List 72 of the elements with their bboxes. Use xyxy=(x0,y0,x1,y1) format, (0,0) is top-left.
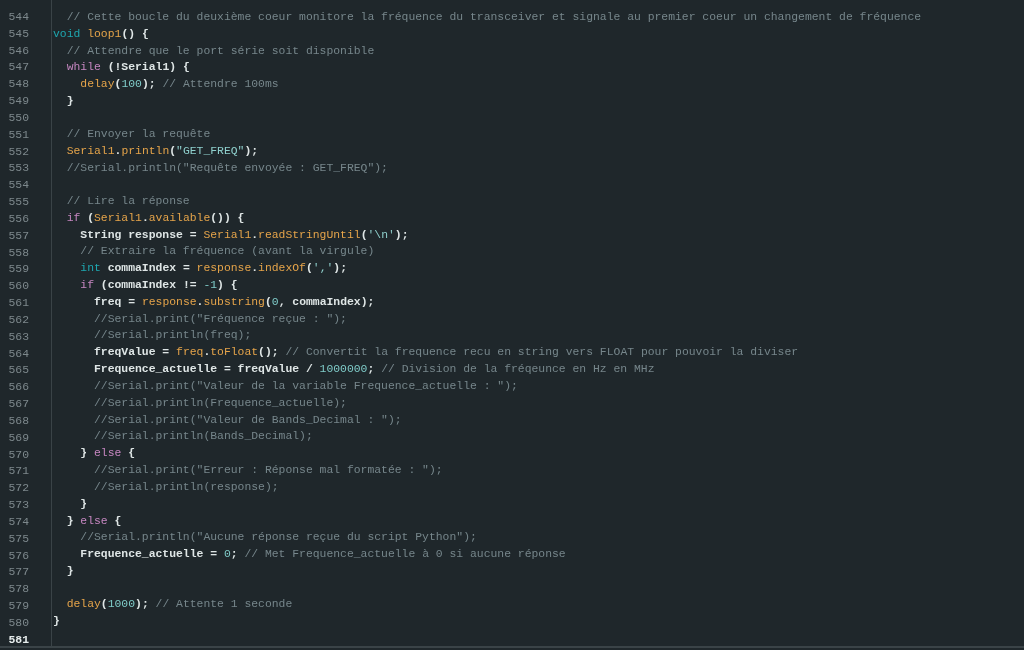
code-line: freqValue = freq.toFloat(); // Convertit la frequence recu en string vers FLOAT pour pouvoir la diviser xyxy=(93,346,799,359)
code-line: // Attendre que le port série soit disponible xyxy=(65,44,375,57)
code-line: delay(100); // Attendre 100ms xyxy=(79,78,279,91)
line-number: 571 xyxy=(8,465,29,478)
code-line: } xyxy=(65,95,74,108)
line-number: 558 xyxy=(8,246,29,259)
line-number: 545 xyxy=(8,27,29,40)
line-number: 578 xyxy=(8,583,29,596)
code-line: void loop1() { xyxy=(53,27,149,40)
code-line: //Serial.print("Erreur : Réponse mal formatée : "); xyxy=(93,464,443,477)
code-line: delay(1000); // Attente 1 seconde xyxy=(65,598,293,611)
code-line: //Serial.println("Requête envoyée : GET_FREQ"); xyxy=(65,161,388,174)
line-number: 544 xyxy=(8,11,29,23)
line-number: 581 xyxy=(8,633,29,646)
code-line: //Serial.println("Aucune réponse reçue du script Python"); xyxy=(79,531,477,544)
code-line: // Cette boucle du deuxième coeur monitore la fréquence du transceiver et signale au premier coeur un changement de fréquence xyxy=(65,11,922,23)
line-number: 567 xyxy=(8,398,29,411)
line-number: 564 xyxy=(8,347,29,360)
line-number: 574 xyxy=(8,515,29,528)
line-number: 556 xyxy=(8,212,29,225)
line-number: 557 xyxy=(8,229,29,242)
line-number: 562 xyxy=(8,313,29,326)
line-number: 572 xyxy=(8,482,29,495)
line-number: 575 xyxy=(8,532,29,545)
line-number: 547 xyxy=(8,61,29,74)
code-line: } else { xyxy=(79,447,136,460)
line-number: 568 xyxy=(8,414,29,427)
line-number: 563 xyxy=(8,330,29,343)
line-number: 565 xyxy=(8,364,29,377)
code-line: Frequence_actuelle = 0; // Met Frequence_actuelle à 0 si aucune réponse xyxy=(79,548,566,561)
code-line: if (Serial1.available()) { xyxy=(65,211,245,224)
line-number: 554 xyxy=(8,179,29,192)
code-line: } xyxy=(53,614,60,627)
line-number: 555 xyxy=(8,196,29,209)
code-line: freq = response.substring(0, commaIndex); xyxy=(93,295,375,308)
line-number: 561 xyxy=(8,297,29,310)
code-line: } xyxy=(65,565,74,578)
code-line: if (commaIndex != -1) { xyxy=(79,279,238,291)
code-line: Frequence_actuelle = freqValue / 1000000; // Division de la fréqeunce en Hz en MHz xyxy=(93,363,655,376)
code-line: //Serial.print("Valeur de la variable Frequence_actuelle : "); xyxy=(93,379,518,392)
code-line: int commaIndex = response.indexOf(','); xyxy=(79,262,347,275)
line-number: 550 xyxy=(8,111,29,124)
code-line: // Envoyer la requête xyxy=(65,128,211,141)
code-line: while (!Serial1) { xyxy=(65,61,190,74)
code-line: } else { xyxy=(65,514,122,527)
line-number: 559 xyxy=(8,263,29,276)
line-number: 549 xyxy=(8,95,29,108)
line-number: 548 xyxy=(8,78,29,91)
code-line: // Extraire la fréquence (avant la virgule) xyxy=(79,245,375,258)
code-line: //Serial.print("Fréquence reçue : "); xyxy=(93,312,347,325)
line-number: 577 xyxy=(8,566,29,579)
line-number: 553 xyxy=(8,162,29,175)
line-number: 569 xyxy=(8,431,29,444)
code-line: // Lire la réponse xyxy=(65,194,190,207)
line-number: 551 xyxy=(8,128,29,141)
line-number: 546 xyxy=(8,44,29,57)
line-number: 576 xyxy=(8,549,29,562)
code-line: //Serial.println(freq); xyxy=(93,329,252,342)
line-number: 573 xyxy=(8,499,29,511)
code-line: } xyxy=(79,497,88,510)
code-line: //Serial.println(Frequence_actuelle); xyxy=(93,396,347,409)
line-number: 552 xyxy=(8,145,29,158)
line-number: 566 xyxy=(8,381,29,394)
code-line: //Serial.println(response); xyxy=(93,480,279,493)
line-number: 560 xyxy=(8,280,29,293)
line-number: 579 xyxy=(8,600,29,612)
code-line: //Serial.print("Valeur de Bands_Decimal : "); xyxy=(93,413,402,426)
line-number: 580 xyxy=(8,616,29,629)
code-line: //Serial.println(Bands_Decimal); xyxy=(93,430,313,443)
code-line: Serial1.println("GET_FREQ"); xyxy=(65,145,259,157)
line-number: 570 xyxy=(8,448,29,461)
code-line: String response = Serial1.readStringUntil('\n'); xyxy=(79,228,409,241)
